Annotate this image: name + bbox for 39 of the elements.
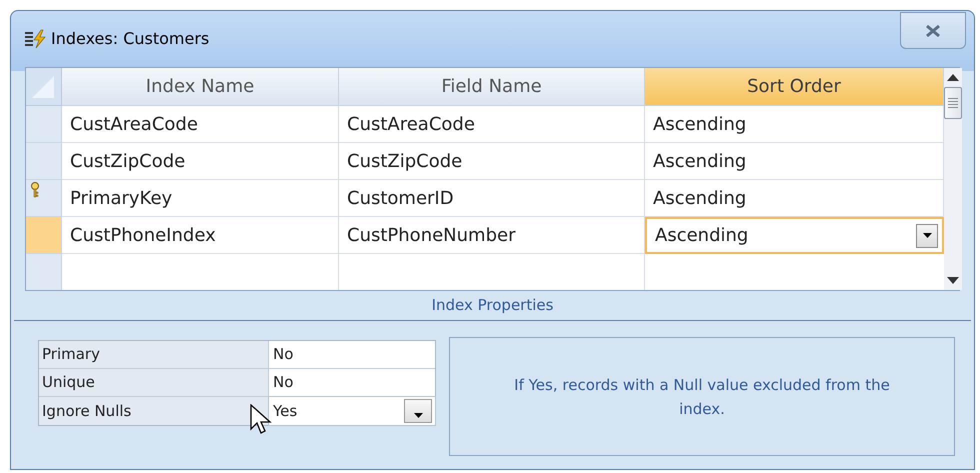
property-label: Primary: [39, 341, 269, 368]
scroll-down-icon[interactable]: [947, 277, 959, 284]
scroll-up-icon[interactable]: [947, 74, 959, 81]
caret-icon: [414, 413, 422, 418]
close-button[interactable]: [900, 12, 966, 49]
sort-order-dropdown[interactable]: Ascending: [645, 217, 944, 254]
table-cell: CustAreaCode: [339, 106, 645, 143]
table-cell: CustomerID: [339, 180, 645, 217]
table-cell: CustZipCode: [339, 143, 645, 180]
description-text: If Yes, records with a Null value excluded from the index.: [513, 374, 891, 420]
indexes-icon: [25, 29, 47, 49]
property-value-field[interactable]: Yes: [269, 397, 435, 425]
table-cell: Ascending: [645, 143, 944, 180]
scroll-thumb[interactable]: [944, 87, 962, 119]
property-label: Unique: [39, 369, 269, 396]
mouse-cursor-icon: [250, 404, 272, 436]
corner-triangle-icon: [32, 76, 54, 98]
table-cell: CustPhoneNumber: [339, 217, 645, 254]
table-cell: Ascending: [645, 106, 944, 143]
key-icon: [30, 182, 40, 198]
column-header[interactable]: Field Name: [339, 68, 645, 106]
table-cell: PrimaryKey: [62, 180, 339, 217]
property-value-field[interactable]: No: [269, 341, 435, 368]
row-selector[interactable]: [26, 180, 62, 217]
dropdown-button[interactable]: [916, 224, 938, 248]
table-cell: CustAreaCode: [62, 106, 339, 143]
section-title: Index Properties: [432, 295, 554, 316]
window-title: Indexes: Customers: [51, 28, 210, 50]
table-cell: CustPhoneIndex: [62, 217, 339, 254]
table-cell: Ascending: [645, 180, 944, 217]
caret-icon: [922, 233, 932, 238]
vertical-scrollbar[interactable]: [944, 68, 962, 290]
property-label: Ignore Nulls: [39, 397, 269, 425]
close-icon: [925, 24, 941, 36]
column-header[interactable]: Index Name: [62, 68, 339, 106]
dropdown-button[interactable]: [404, 399, 432, 423]
property-value-field[interactable]: No: [269, 369, 435, 396]
table-cell: CustZipCode: [62, 143, 339, 180]
column-header[interactable]: Sort Order: [645, 68, 944, 106]
